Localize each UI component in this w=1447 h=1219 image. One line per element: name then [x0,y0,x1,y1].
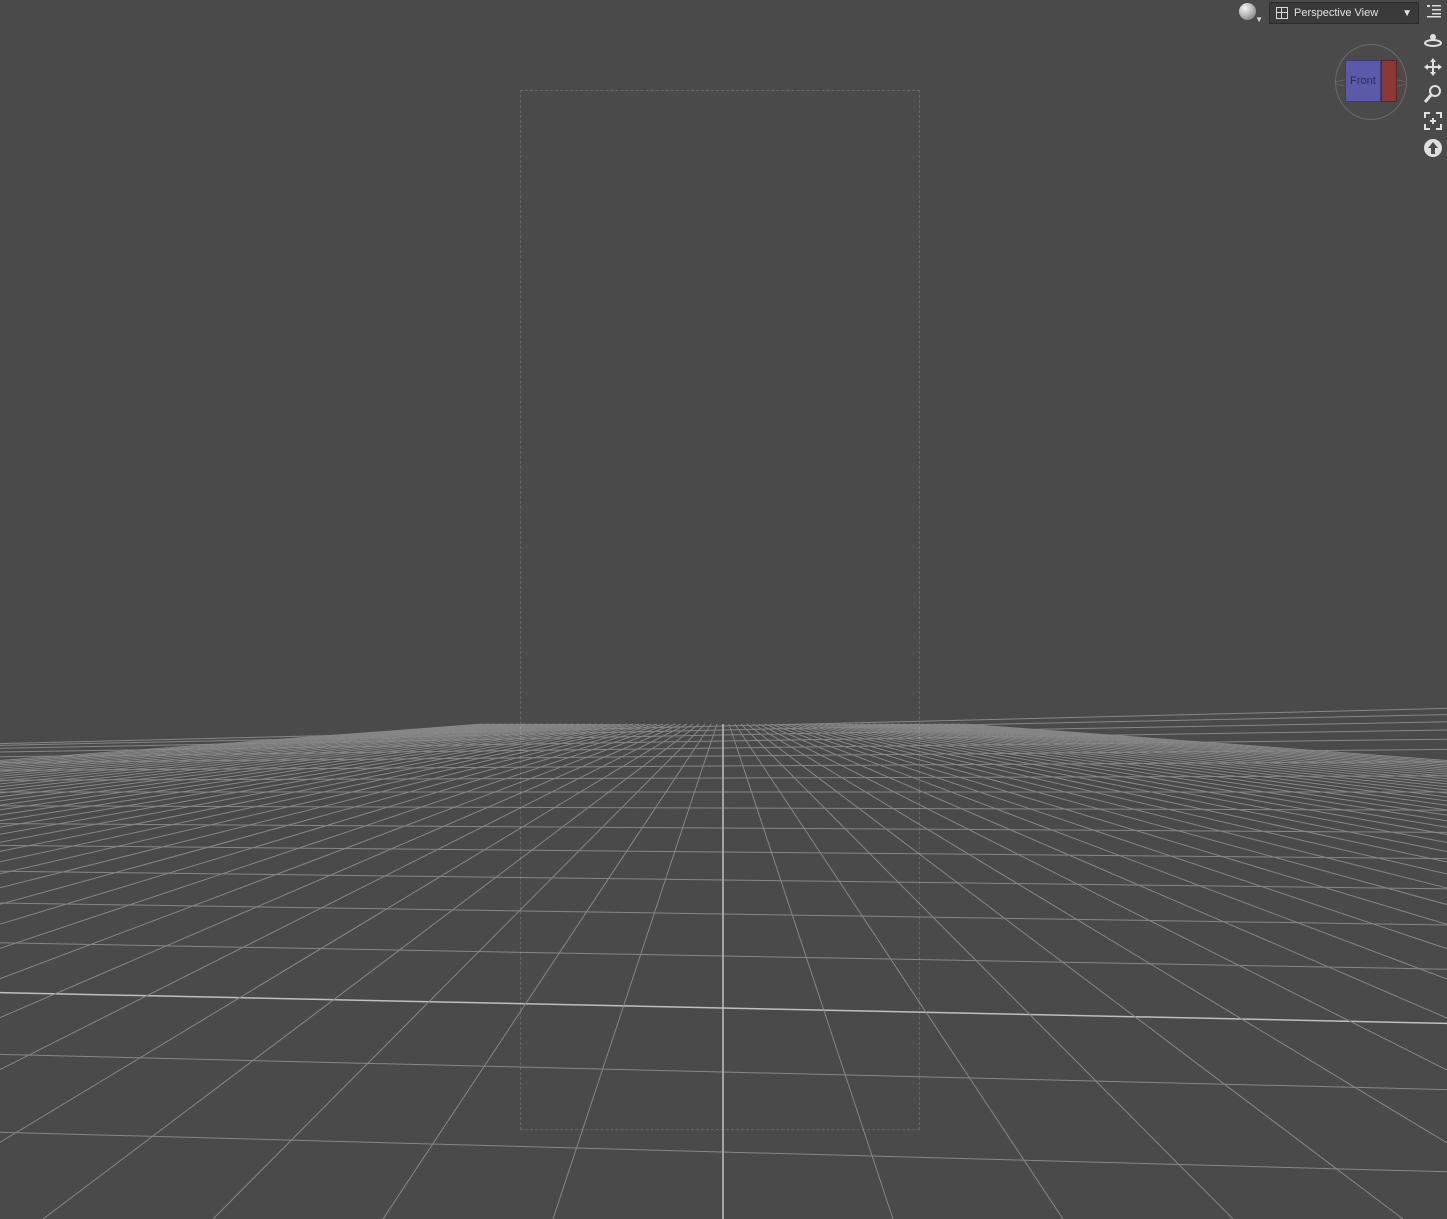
navigation-cube[interactable]: Front [1335,44,1407,120]
draw-style-sphere-icon [1239,3,1256,20]
pan-icon[interactable] [1423,57,1443,77]
chevron-down-icon: ▼ [1255,15,1263,24]
frame-icon[interactable] [1423,111,1443,131]
orbit-icon[interactable] [1423,30,1443,50]
3d-viewport[interactable]: ▼ Perspective View ▼ Front [0,0,1447,1219]
view-selector-label: Perspective View [1294,7,1379,19]
viewport-header: ▼ Perspective View ▼ [1237,2,1419,24]
viewport-menu-icon[interactable] [1426,3,1442,19]
zoom-icon[interactable] [1423,84,1443,104]
scene-figure-placeholder [520,90,920,1130]
nav-cube-side-face[interactable] [1381,60,1397,102]
chevron-down-icon: ▼ [1402,7,1412,19]
nav-cube-front-label: Front [1350,75,1376,87]
reset-view-icon[interactable] [1423,138,1443,158]
view-selector-dropdown[interactable]: Perspective View ▼ [1269,2,1419,24]
draw-style-button[interactable]: ▼ [1237,2,1263,24]
viewport-nav-tools [1421,30,1445,158]
nav-cube-front-face[interactable]: Front [1345,60,1381,102]
viewport-layout-icon [1276,7,1288,19]
